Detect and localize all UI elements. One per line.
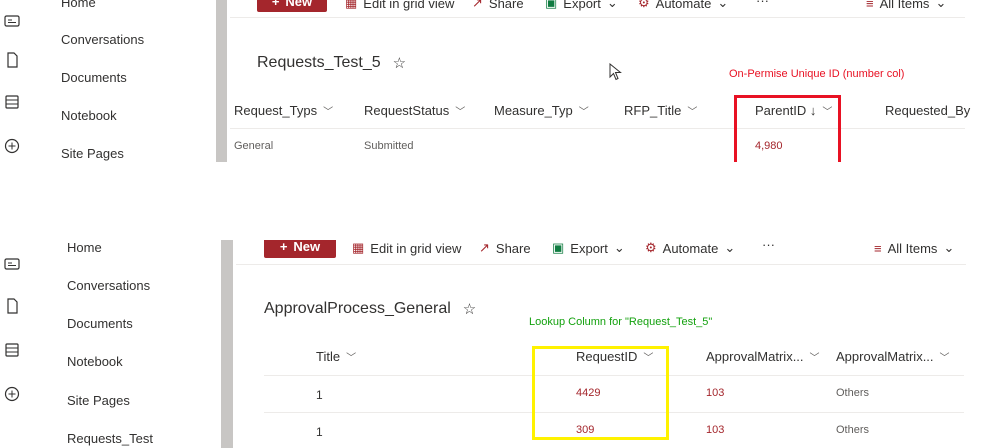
chevron-down-icon: ﹀ bbox=[809, 353, 820, 364]
export-button[interactable]: ▣ Export ⌄ bbox=[545, 0, 618, 11]
more-button[interactable]: ··· bbox=[756, 0, 769, 8]
automate-button[interactable]: ⚙ Automate ⌄ bbox=[645, 240, 735, 256]
nav-site-pages[interactable]: Site Pages bbox=[61, 146, 124, 161]
chevron-down-icon: ⌄ bbox=[935, 0, 947, 10]
news-icon[interactable] bbox=[3, 12, 21, 30]
chevron-down-icon: ⌄ bbox=[613, 240, 625, 255]
view-selector[interactable]: ≡ All Items ⌄ bbox=[874, 240, 954, 256]
share-icon: ↗ bbox=[472, 0, 483, 10]
nav-conversations[interactable]: Conversations bbox=[67, 278, 150, 293]
nav-scrollbar[interactable] bbox=[221, 240, 233, 448]
cell-approval-matrix-1[interactable]: 103 bbox=[706, 387, 724, 399]
add-circle-icon[interactable] bbox=[3, 385, 21, 403]
column-header-requested-by[interactable]: Requested_By bbox=[885, 103, 970, 118]
highlight-box-red bbox=[734, 95, 841, 162]
nav-scrollbar[interactable] bbox=[216, 0, 227, 162]
chevron-down-icon: ⌄ bbox=[724, 240, 736, 255]
star-icon[interactable]: ☆ bbox=[463, 300, 476, 318]
column-header-title[interactable]: Title ﹀ bbox=[316, 349, 356, 364]
nav-notebook[interactable]: Notebook bbox=[61, 108, 117, 123]
new-button[interactable]: + New bbox=[264, 240, 336, 258]
mouse-cursor-icon bbox=[609, 63, 622, 81]
excel-icon: ▣ bbox=[552, 240, 565, 255]
list-icon[interactable] bbox=[3, 341, 21, 359]
more-button[interactable]: ··· bbox=[762, 240, 775, 252]
nav-home[interactable]: Home bbox=[67, 240, 102, 255]
annotation-lookup-column: Lookup Column for "Request_Test_5" bbox=[529, 316, 713, 328]
cell-request-status: Submitted bbox=[364, 140, 414, 152]
chevron-down-icon: ﹀ bbox=[323, 107, 334, 118]
list-title: Requests_Test_5 ☆ bbox=[257, 54, 407, 72]
share-icon: ↗ bbox=[479, 240, 490, 255]
star-icon[interactable]: ☆ bbox=[393, 54, 406, 72]
app-rail bbox=[0, 240, 24, 448]
nav-notebook[interactable]: Notebook bbox=[67, 354, 123, 369]
chevron-down-icon: ﹀ bbox=[346, 353, 357, 364]
edit-grid-button[interactable]: ▦ Edit in grid view bbox=[352, 240, 461, 256]
share-button[interactable]: ↗ Share bbox=[479, 240, 531, 256]
news-icon[interactable] bbox=[3, 255, 21, 273]
column-header-approval-matrix-1[interactable]: ApprovalMatrix... ﹀ bbox=[706, 349, 820, 364]
grid-icon: ▦ bbox=[345, 0, 358, 10]
chevron-down-icon: ⌄ bbox=[606, 0, 618, 10]
cell-approval-matrix-2: Others bbox=[836, 387, 870, 399]
export-button[interactable]: ▣ Export ⌄ bbox=[552, 240, 625, 256]
share-button[interactable]: ↗ Share bbox=[472, 0, 524, 11]
column-header-request-status[interactable]: RequestStatus ﹀ bbox=[364, 103, 465, 118]
nav-documents[interactable]: Documents bbox=[67, 316, 133, 331]
bottom-screenshot-panel: Home Conversations Documents Notebook Si… bbox=[0, 240, 999, 448]
highlight-box-yellow bbox=[532, 346, 669, 440]
view-selector[interactable]: ≡ All Items ⌄ bbox=[866, 0, 946, 11]
chevron-down-icon: ﹀ bbox=[455, 107, 466, 118]
view-lines-icon: ≡ bbox=[874, 240, 882, 256]
list-icon[interactable] bbox=[3, 93, 21, 111]
command-bar-divider bbox=[230, 17, 965, 18]
column-header-request-typs[interactable]: Request_Typs ﹀ bbox=[234, 103, 333, 118]
column-header-rfp-title[interactable]: RFP_Title ﹀ bbox=[624, 103, 697, 118]
app-rail bbox=[0, 0, 24, 162]
cell-approval-matrix-2: Others bbox=[836, 424, 870, 436]
nav-requests-test[interactable]: Requests_Test bbox=[67, 431, 153, 446]
add-circle-icon[interactable] bbox=[3, 137, 21, 155]
annotation-unique-id: On-Permise Unique ID (number col) bbox=[729, 68, 905, 80]
automate-icon: ⚙ bbox=[645, 240, 657, 255]
new-button[interactable]: + New bbox=[257, 0, 327, 12]
automate-icon: ⚙ bbox=[638, 0, 650, 10]
top-screenshot-panel: Home Conversations Documents Notebook Si… bbox=[0, 0, 999, 162]
edit-grid-button[interactable]: ▦ Edit in grid view bbox=[345, 0, 454, 11]
header-divider bbox=[230, 128, 965, 129]
nav-home[interactable]: Home bbox=[61, 0, 96, 10]
chevron-down-icon: ﹀ bbox=[687, 107, 698, 118]
cell-title[interactable]: 1 bbox=[316, 425, 323, 439]
cell-title[interactable]: 1 bbox=[316, 388, 323, 402]
cell-request-typs: General bbox=[234, 140, 274, 152]
chevron-down-icon: ﹀ bbox=[939, 353, 950, 364]
document-icon[interactable] bbox=[3, 297, 21, 315]
nav-site-pages[interactable]: Site Pages bbox=[67, 393, 130, 408]
column-header-approval-matrix-2[interactable]: ApprovalMatrix... ﹀ bbox=[836, 349, 950, 364]
nav-documents[interactable]: Documents bbox=[61, 70, 127, 85]
view-lines-icon: ≡ bbox=[866, 0, 874, 11]
list-title: ApprovalProcess_General ☆ bbox=[264, 300, 477, 318]
cell-approval-matrix-1[interactable]: 103 bbox=[706, 424, 724, 436]
chevron-down-icon: ⌄ bbox=[943, 240, 955, 255]
automate-button[interactable]: ⚙ Automate ⌄ bbox=[638, 0, 728, 11]
plus-icon: + bbox=[279, 240, 288, 254]
chevron-down-icon: ﹀ bbox=[578, 107, 589, 118]
plus-icon: + bbox=[271, 0, 280, 9]
excel-icon: ▣ bbox=[545, 0, 558, 10]
nav-conversations[interactable]: Conversations bbox=[61, 32, 144, 47]
column-header-measure-typ[interactable]: Measure_Typ ﹀ bbox=[494, 103, 589, 118]
document-icon[interactable] bbox=[3, 51, 21, 69]
command-bar-divider bbox=[236, 264, 966, 265]
chevron-down-icon: ⌄ bbox=[717, 0, 729, 10]
grid-icon: ▦ bbox=[352, 240, 365, 255]
